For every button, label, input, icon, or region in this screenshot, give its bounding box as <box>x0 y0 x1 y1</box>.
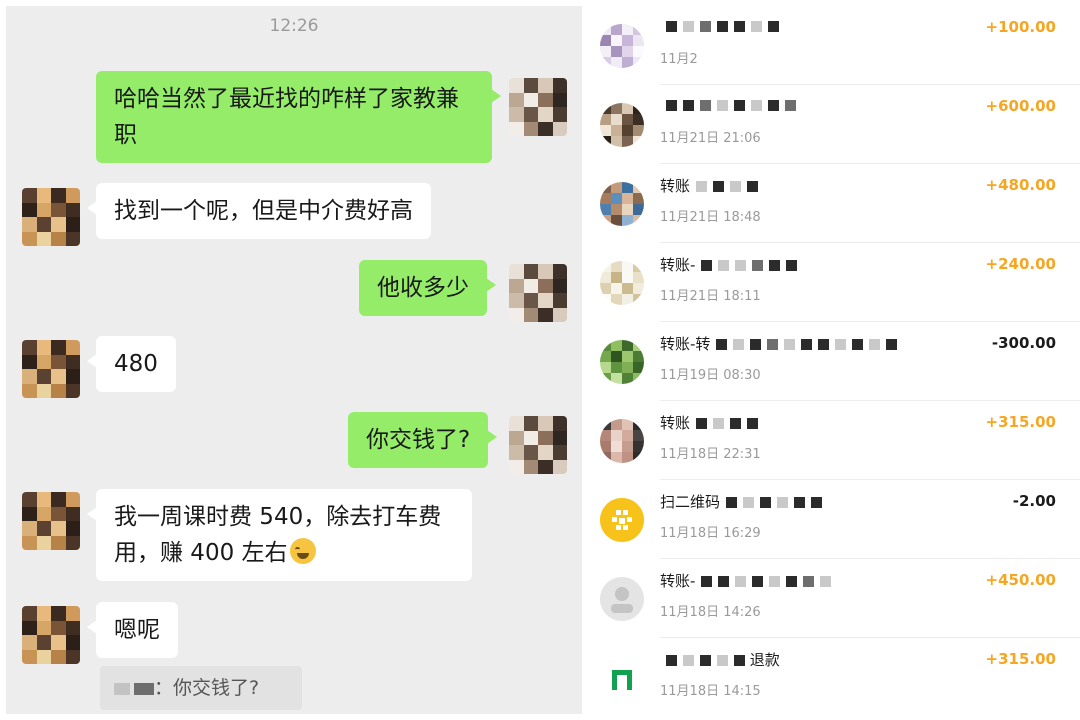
transaction-amount: +480.00 <box>985 176 1056 194</box>
transaction-row[interactable]: 转账- 11月21日 18:11 +240.00 <box>582 243 1080 322</box>
transaction-row[interactable]: 11月2 +100.00 <box>582 6 1080 85</box>
transaction-amount: -2.00 <box>1012 492 1056 510</box>
chat-message-received[interactable]: 找到一个呢，但是中介费好高 <box>87 183 431 239</box>
transaction-amount: +100.00 <box>985 18 1056 36</box>
transaction-title: 退款 <box>660 649 780 670</box>
transaction-row[interactable]: 扫二维码 11月18日 16:29 -2.00 <box>582 480 1080 559</box>
transaction-time: 11月19日 08:30 <box>660 368 761 383</box>
redacted-name <box>134 682 154 695</box>
transaction-title: 转账- <box>660 254 798 275</box>
payer-avatar-icon <box>600 340 644 384</box>
transaction-row[interactable]: 11月21日 21:06 +600.00 <box>582 85 1080 164</box>
payer-avatar-icon <box>600 261 644 305</box>
message-text: 你交钱了? <box>366 427 471 453</box>
transaction-row[interactable]: 转账-转 11月19日 08:30 -300.00 <box>582 322 1080 401</box>
default-avatar-icon <box>600 577 644 621</box>
my-avatar[interactable] <box>509 78 567 136</box>
transaction-time: 11月18日 16:29 <box>660 526 761 541</box>
transaction-list: 11月2 +100.00 11月21日 21:06 +600.00 转账 11月… <box>582 6 1080 720</box>
transaction-title <box>660 96 796 114</box>
my-avatar[interactable] <box>509 264 567 322</box>
transaction-time: 11月21日 21:06 <box>660 131 761 146</box>
transaction-time: 11月18日 22:31 <box>660 447 761 462</box>
transaction-time: 11月2 <box>660 52 698 67</box>
chat-message-sent[interactable]: 你交钱了? <box>348 412 498 468</box>
quoted-message[interactable]: ：你交钱了? <box>100 666 302 710</box>
transaction-title: 转账-转 <box>660 333 898 354</box>
payer-avatar-icon <box>600 182 644 226</box>
message-text: 哈哈当然了最近找的咋样了家教兼职 <box>114 86 459 148</box>
chat-message-received[interactable]: 480 <box>87 336 176 392</box>
payer-avatar-icon <box>600 419 644 463</box>
payer-avatar-icon <box>600 103 644 147</box>
transaction-row[interactable]: 退款 11月18日 14:15 +315.00 <box>582 638 1080 717</box>
transaction-time: 11月18日 14:26 <box>660 605 761 620</box>
chat-message-sent[interactable]: 哈哈当然了最近找的咋样了家教兼职 <box>96 71 501 163</box>
transaction-amount: -300.00 <box>991 334 1056 352</box>
message-text: 他收多少 <box>377 275 469 301</box>
message-text: 找到一个呢，但是中介费好高 <box>114 198 413 224</box>
contact-avatar[interactable] <box>22 340 80 398</box>
transaction-amount: +315.00 <box>985 650 1056 668</box>
transaction-time: 11月21日 18:48 <box>660 210 761 225</box>
chat-message-received[interactable]: 我一周课时费 540，除去打车费 用，赚 400 左右 <box>87 489 472 581</box>
payer-avatar-icon <box>600 24 644 68</box>
merchant-logo-icon <box>600 656 644 700</box>
message-text-line: 我一周课时费 540，除去打车费 <box>114 504 442 530</box>
chat-timestamp: 12:26 <box>269 16 319 36</box>
transaction-amount: +240.00 <box>985 255 1056 273</box>
transaction-title: 转账 <box>660 175 759 196</box>
my-avatar[interactable] <box>509 416 567 474</box>
chat-message-sent[interactable]: 他收多少 <box>359 260 496 316</box>
chat-panel: 12:26 哈哈当然了最近找的咋样了家教兼职 找到一个呢，但是中介费好高 他收多… <box>6 6 582 714</box>
transaction-title: 转账 <box>660 412 759 433</box>
redacted-name <box>114 682 130 695</box>
transaction-row[interactable]: 转账 11月21日 18:48 +480.00 <box>582 164 1080 243</box>
transaction-title: 扫二维码 <box>660 491 823 512</box>
contact-avatar[interactable] <box>22 188 80 246</box>
transaction-row[interactable]: 转账- 11月18日 14:26 +450.00 <box>582 559 1080 638</box>
transaction-time: 11月21日 18:11 <box>660 289 761 304</box>
chat-message-received[interactable]: 嗯呢 <box>87 602 178 658</box>
transaction-title <box>660 17 779 35</box>
transaction-amount: +450.00 <box>985 571 1056 589</box>
transaction-title: 转账- <box>660 570 832 591</box>
contact-avatar[interactable] <box>22 606 80 664</box>
merchant-logo-icon <box>600 498 644 542</box>
transaction-time: 11月18日 14:15 <box>660 684 761 699</box>
transaction-row[interactable]: 转账 11月18日 22:31 +315.00 <box>582 401 1080 480</box>
message-text-line: 用，赚 400 左右 <box>114 535 454 571</box>
message-text: 480 <box>114 351 158 377</box>
transaction-amount: +600.00 <box>985 97 1056 115</box>
transaction-amount: +315.00 <box>985 413 1056 431</box>
quoted-text: ：你交钱了? <box>154 677 260 699</box>
qr-scan-icon <box>600 498 644 542</box>
contact-avatar[interactable] <box>22 492 80 550</box>
message-text: 嗯呢 <box>114 617 160 643</box>
crying-laughing-emoji-icon <box>289 538 316 564</box>
